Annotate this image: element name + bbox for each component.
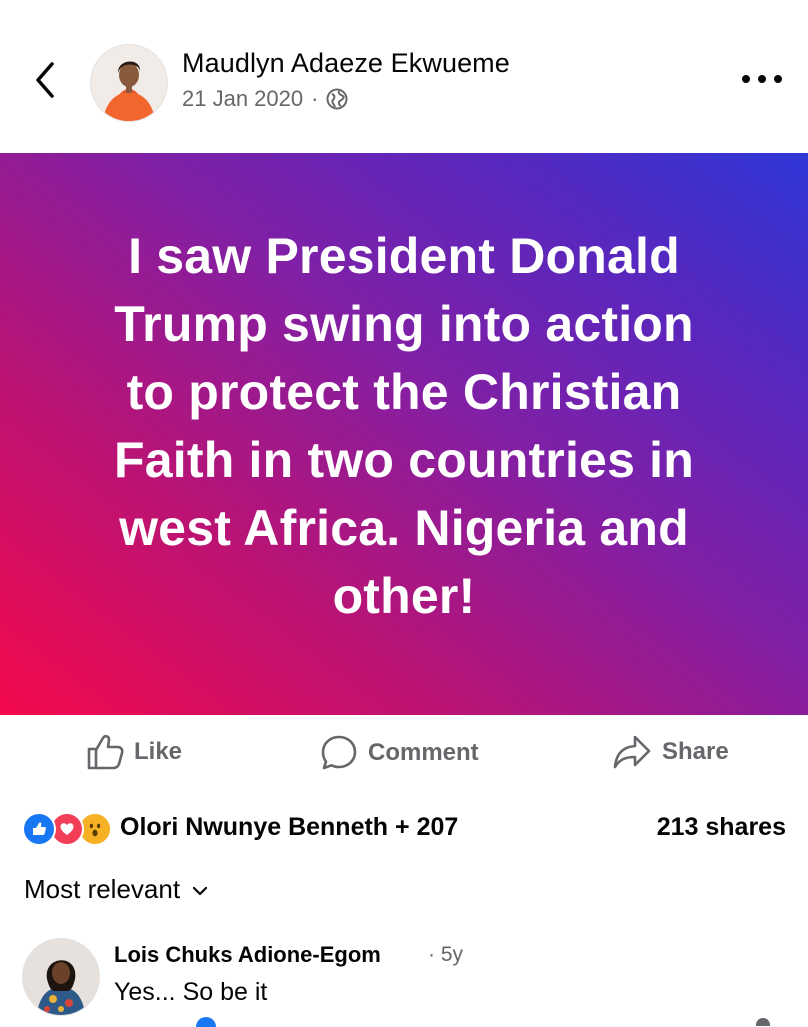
next-row-grey-icon [756, 1018, 770, 1026]
post-actions-bar: Like Comment Share [0, 722, 808, 784]
reaction-icons[interactable] [22, 812, 118, 846]
share-arrow-icon [613, 735, 651, 769]
back-button[interactable] [30, 58, 60, 102]
thumbs-up-icon [87, 734, 124, 770]
more-horizontal-icon-dot [742, 75, 750, 83]
more-horizontal-icon-dot [758, 75, 766, 83]
comment-sort-dropdown[interactable]: Most relevant [24, 874, 208, 905]
commenter-avatar-image [23, 939, 99, 1015]
commenter-name[interactable]: Lois Chuks Adione-Egom [114, 942, 381, 968]
like-label: Like [134, 738, 183, 765]
meta-separator: · [311, 86, 319, 111]
like-button[interactable]: Like [86, 734, 182, 770]
speech-bubble-icon [321, 735, 357, 770]
reactors-summary[interactable]: Olori Nwunye Benneth + 207 [120, 813, 458, 842]
like-reaction-icon [22, 812, 56, 846]
comment-sort-label: Most relevant [24, 874, 181, 904]
share-label: Share [662, 738, 729, 765]
post-text-card: I saw President Donald Trump swing into … [0, 153, 808, 715]
more-options-button[interactable] [742, 64, 782, 94]
post-meta: 21 Jan 2020 · [182, 86, 348, 112]
more-horizontal-icon-dot [774, 75, 782, 83]
post-header: Maudlyn Adaeze Ekwueme 21 Jan 2020 · [0, 0, 808, 152]
chevron-down-icon [192, 886, 208, 895]
author-name[interactable]: Maudlyn Adaeze Ekwueme [182, 48, 510, 79]
comment-button[interactable]: Comment [320, 734, 479, 772]
comment-item: Lois Chuks Adione-Egom · 5y Yes... So be… [22, 936, 786, 1026]
shares-count[interactable]: 213 shares [657, 813, 786, 842]
comment-time: · 5y [428, 943, 464, 966]
comment-label: Comment [368, 739, 479, 766]
post-date[interactable]: 21 Jan 2020 [182, 86, 303, 112]
author-avatar-image [91, 45, 167, 121]
globe-icon [326, 88, 348, 110]
post-text: I saw President Donald Trump swing into … [114, 228, 694, 624]
reactions-summary: Olori Nwunye Benneth + 207 213 shares [22, 808, 786, 848]
commenter-avatar[interactable] [22, 938, 100, 1016]
chevron-left-icon [36, 62, 54, 98]
comment-text: Yes... So be it [114, 978, 268, 1006]
share-button[interactable]: Share [612, 734, 729, 770]
author-avatar[interactable] [90, 44, 168, 122]
